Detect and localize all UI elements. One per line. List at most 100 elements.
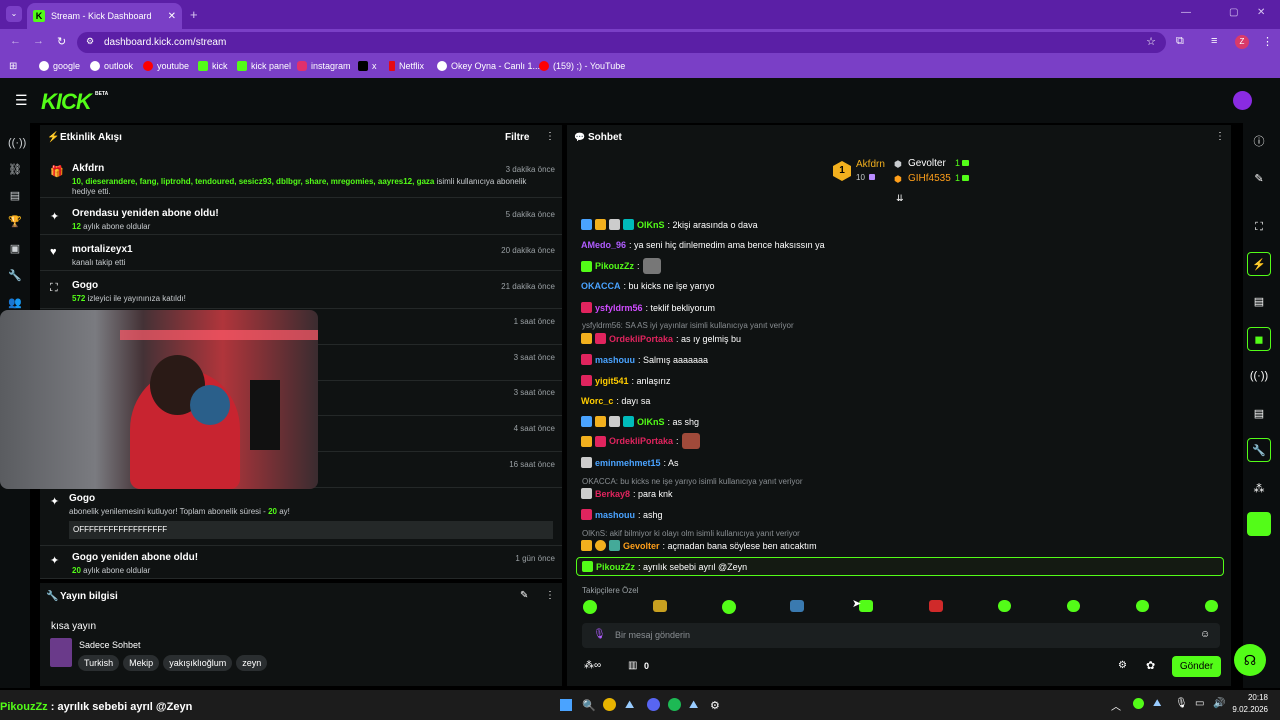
tag[interactable]: Mekip <box>123 655 160 671</box>
fullscreen-icon[interactable]: ⛶ <box>1247 215 1271 239</box>
chat-username[interactable]: mashouu <box>595 355 635 365</box>
more-icon[interactable]: ⋮ <box>545 131 555 142</box>
chat-username[interactable]: OrdekliPortaka <box>609 334 673 344</box>
filter-button[interactable]: Filtre <box>505 132 529 143</box>
webcam-preview[interactable] <box>0 310 318 489</box>
chat-username[interactable]: PikouzZz <box>596 562 635 572</box>
bookmark-okey[interactable]: Okey Oyna - Canlı 1... <box>437 61 540 71</box>
more-icon[interactable]: ⋮ <box>545 590 555 601</box>
minimize-icon[interactable]: — <box>1181 7 1191 18</box>
extensions-icon[interactable]: ⧉ <box>1176 35 1184 48</box>
emote[interactable] <box>653 600 667 612</box>
new-tab-icon[interactable]: + <box>190 7 198 22</box>
tray-app-icon[interactable] <box>1133 698 1144 709</box>
store-icon[interactable]: ▥ <box>628 660 637 671</box>
quick-action-icon[interactable]: ⚡ <box>1247 252 1271 276</box>
chat-username[interactable]: yigit541 <box>595 376 629 386</box>
channel-points-icon[interactable]: ⁂∞ <box>584 660 601 671</box>
chat-username[interactable]: OrdekliPortaka <box>609 436 673 446</box>
send-button[interactable]: Gönder <box>1172 656 1221 677</box>
chat-username[interactable]: ysfyldrm56 <box>595 303 643 313</box>
more-icon[interactable]: ⋮ <box>1215 131 1225 142</box>
chat-username[interactable]: OlKnS <box>637 417 665 427</box>
bookmark-outlook[interactable]: outlook <box>90 61 133 71</box>
support-icon[interactable]: ☊ <box>1234 644 1266 676</box>
tray-chevron-icon[interactable]: ︿ <box>1111 698 1121 713</box>
volume-icon[interactable]: 🔊 <box>1213 698 1225 709</box>
tag[interactable]: yakışıklıoğlum <box>163 655 233 671</box>
tools-icon[interactable]: 🔧 <box>1247 438 1271 462</box>
apps-icon[interactable]: ⊞ <box>9 61 17 72</box>
back-icon[interactable]: ← <box>10 35 21 47</box>
settings-icon[interactable]: ⚙ <box>1118 660 1127 671</box>
discord-icon[interactable] <box>647 698 660 711</box>
collapse-icon[interactable]: ⇊ <box>896 193 904 204</box>
tray-steam-icon[interactable]: ⛰ <box>1153 698 1161 709</box>
maximize-icon[interactable]: ▢ <box>1229 7 1238 18</box>
bookmark-kick-panel[interactable]: kick panel <box>237 61 291 71</box>
gift-sub-icon[interactable]: ✿ <box>1146 659 1155 672</box>
app-icon[interactable] <box>1247 512 1271 536</box>
bookmark-kick[interactable]: kick <box>198 61 228 71</box>
chat-username[interactable]: OKACCA <box>581 281 621 291</box>
chat-username[interactable]: mashouu <box>595 510 635 520</box>
microphone-icon[interactable]: 🎙 <box>593 629 606 640</box>
kick-logo[interactable]: KICK <box>41 89 92 115</box>
chat-username[interactable]: Gevolter <box>623 541 660 551</box>
menu-icon[interactable]: ⋮ <box>1262 35 1273 48</box>
analytics-icon[interactable]: ▤ <box>8 189 22 203</box>
trophy-icon[interactable]: 🏆 <box>8 215 22 229</box>
settings-icon[interactable]: ⚙ <box>710 699 720 712</box>
link-icon[interactable]: ⛓ <box>8 163 22 177</box>
hamburger-menu-icon[interactable]: ☰ <box>15 92 28 109</box>
chat-username[interactable]: AMedo_96 <box>581 240 626 250</box>
emote[interactable] <box>1067 600 1080 612</box>
spotify-icon[interactable] <box>668 698 681 711</box>
forward-icon[interactable]: → <box>33 35 44 47</box>
mic-icon[interactable]: 🎙 <box>1175 698 1188 709</box>
chat-input[interactable]: 🎙 Bir mesaj gönderin ☺ <box>582 623 1220 648</box>
chat-username[interactable]: OlKnS <box>637 220 665 230</box>
wrench-icon[interactable]: 🔧 <box>8 269 22 283</box>
chat-username[interactable]: eminmehmet15 <box>595 458 661 468</box>
emote[interactable] <box>722 600 736 614</box>
users-icon[interactable]: 👥 <box>8 296 22 310</box>
clipboard-icon[interactable]: ▤ <box>1247 289 1271 313</box>
emote[interactable] <box>790 600 804 612</box>
chat-username[interactable]: PikouzZz <box>595 261 634 271</box>
steam-icon[interactable]: ⛰ <box>689 699 698 712</box>
emoji-icon[interactable]: ☺ <box>1200 629 1210 640</box>
broadcast-icon[interactable]: ((·)) <box>1247 364 1271 388</box>
emote[interactable] <box>1136 600 1149 612</box>
address-bar[interactable]: ⚙ dashboard.kick.com/stream ☆ <box>77 32 1166 53</box>
users-icon[interactable]: ⁂ <box>1247 476 1271 500</box>
profile-avatar[interactable]: Z <box>1235 35 1249 49</box>
chat-toggle-icon[interactable]: ◼ <box>1247 327 1271 351</box>
emote[interactable] <box>583 600 597 614</box>
tag[interactable]: zeyn <box>236 655 268 671</box>
close-window-icon[interactable]: ✕ <box>1257 7 1265 18</box>
media-icon[interactable]: ≡ <box>1211 35 1217 47</box>
chrome-icon[interactable] <box>603 698 616 711</box>
tag[interactable]: Turkish <box>78 655 120 671</box>
bookmark-youtube-2[interactable]: (159) ;) - YouTube <box>539 61 625 71</box>
bookmark-netflix[interactable]: Netflix <box>389 61 424 71</box>
chat-username[interactable]: Worc_c <box>581 396 613 406</box>
edit-icon[interactable]: ✎ <box>520 590 528 601</box>
reload-icon[interactable]: ↻ <box>57 35 66 48</box>
server-icon[interactable]: ▤ <box>1247 401 1271 425</box>
site-info-icon[interactable]: ⚙ <box>86 36 94 47</box>
user-avatar[interactable] <box>1233 91 1252 110</box>
emote[interactable] <box>998 600 1011 612</box>
video-icon[interactable]: ▣ <box>8 242 22 256</box>
chat-username[interactable]: Berkay8 <box>595 489 630 499</box>
info-icon[interactable]: ⓘ <box>1247 129 1271 153</box>
steam-icon[interactable]: ⛰ <box>625 699 634 712</box>
start-icon[interactable] <box>560 699 572 711</box>
bookmark-instagram[interactable]: instagram <box>297 61 351 71</box>
pencil-icon[interactable]: ✎ <box>1247 166 1271 190</box>
bookmark-star-icon[interactable]: ☆ <box>1146 35 1156 48</box>
bookmark-google[interactable]: google <box>39 61 80 71</box>
emote[interactable] <box>1205 600 1218 612</box>
bookmark-youtube[interactable]: youtube <box>143 61 189 71</box>
